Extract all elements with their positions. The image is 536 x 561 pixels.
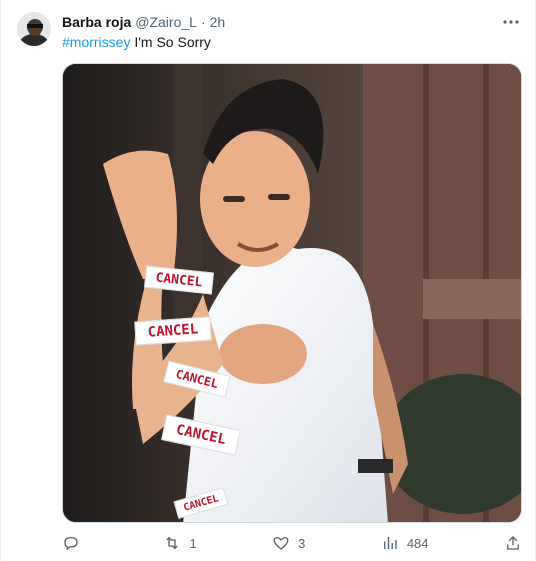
avatar[interactable]: [17, 12, 51, 46]
reply-icon: [64, 537, 78, 551]
retweet-icon: [166, 536, 179, 550]
views-count: 484: [406, 535, 429, 551]
share-button[interactable]: [504, 534, 522, 552]
reply-button[interactable]: [62, 534, 88, 552]
tweet-media-image[interactable]: CANCEL CANCEL CANCEL CANCEL CANCEL: [62, 63, 522, 523]
hashtag-link[interactable]: #morrissey: [62, 34, 130, 50]
timestamp[interactable]: 2h: [210, 14, 226, 30]
tweet-card[interactable]: Barba roja @Zairo_L · 2h #morrissey I'm …: [0, 0, 536, 561]
share-icon: [507, 536, 519, 550]
views-chart-icon: [383, 537, 397, 549]
photo: [63, 64, 521, 522]
tweet-text: #morrissey I'm So Sorry: [62, 33, 211, 51]
heart-icon: [273, 537, 289, 550]
more-dots-icon[interactable]: [501, 12, 521, 32]
author-name[interactable]: Barba roja: [62, 14, 131, 30]
action-bar: 1 3 484: [62, 532, 522, 554]
like-count: 3: [298, 535, 306, 551]
tweet-body: I'm So Sorry: [130, 34, 211, 50]
separator-dot: ·: [200, 14, 206, 30]
author-handle[interactable]: @Zairo_L: [135, 14, 197, 30]
retweet-count: 1: [189, 535, 197, 551]
retweet-button[interactable]: 1: [163, 534, 197, 552]
avatar-image: [17, 12, 51, 46]
views-button[interactable]: 484: [381, 534, 429, 552]
like-button[interactable]: 3: [272, 534, 305, 552]
tweet-header: Barba roja @Zairo_L · 2h: [62, 12, 225, 32]
